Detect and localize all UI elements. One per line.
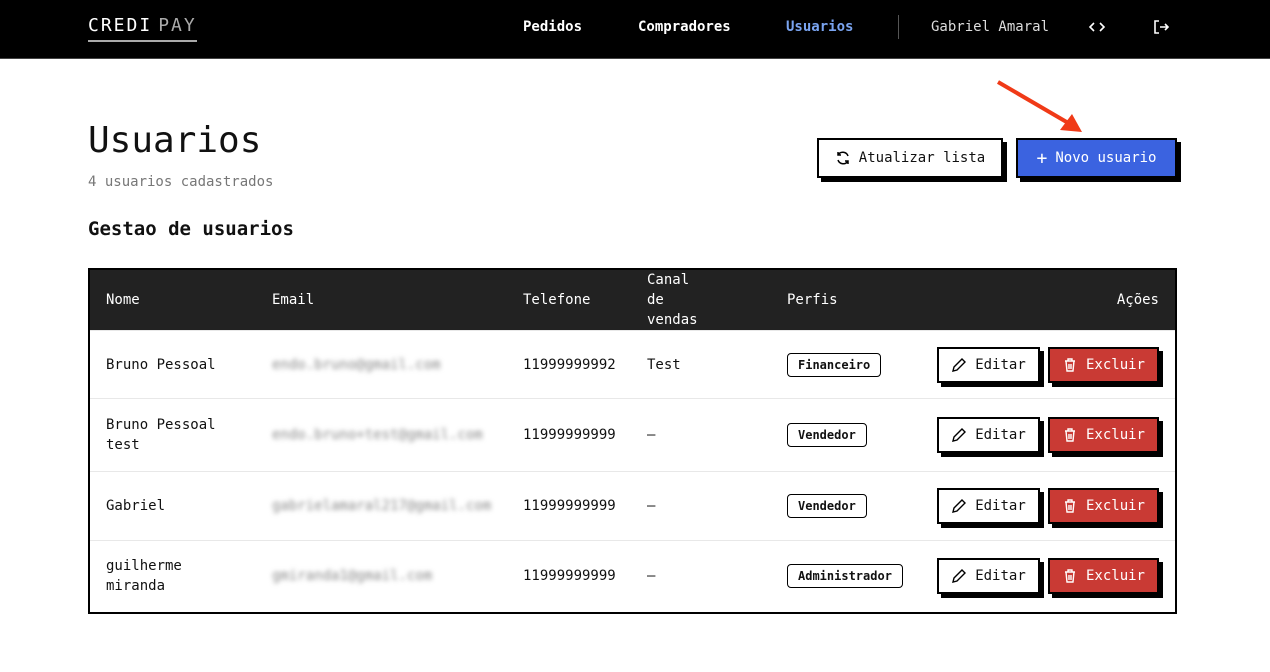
- code-icon[interactable]: [1087, 17, 1107, 37]
- email-blurred: endo.bruno@gmail.com: [272, 356, 441, 373]
- cell-canal: –: [631, 471, 771, 541]
- cell-email: gmiranda1@gmail.com: [256, 540, 507, 613]
- cell-canal: –: [631, 540, 771, 613]
- top-nav: CREDI PAY Pedidos Compradores Usuarios Ga…: [0, 0, 1270, 59]
- col-perfis: Perfis: [771, 269, 911, 331]
- page-title: Usuarios: [88, 120, 262, 161]
- logo-text-credi: CREDI: [88, 15, 153, 36]
- cell-email: endo.bruno+test@gmail.com: [256, 398, 507, 472]
- cell-nome: Bruno Pessoal: [89, 330, 256, 399]
- annotation-arrow-icon: [996, 80, 1082, 132]
- cell-email: gabrielamaral217@gmail.com: [256, 471, 507, 541]
- edit-button[interactable]: Editar: [937, 346, 1040, 383]
- logout-icon[interactable]: [1151, 17, 1171, 37]
- table-header: Nome Email Telefone Canal de vendas Perf…: [89, 269, 1176, 331]
- trash-icon: [1064, 569, 1075, 583]
- edit-label: Editar: [975, 356, 1026, 373]
- new-user-button[interactable]: + Novo usuario: [1016, 138, 1177, 178]
- nav-compradores[interactable]: Compradores: [638, 19, 731, 35]
- cell-nome: Bruno Pessoal test: [89, 398, 256, 472]
- trash-icon: [1064, 499, 1075, 513]
- cell-perfil: Vendedor: [771, 471, 911, 541]
- profile-badge: Vendedor: [787, 494, 867, 518]
- pencil-icon: [952, 499, 967, 513]
- cell-telefone: 11999999999: [507, 471, 631, 541]
- email-blurred: endo.bruno+test@gmail.com: [272, 427, 483, 443]
- user-name: Gabriel Amaral: [931, 19, 1050, 35]
- section-title: Gestao de usuarios: [88, 218, 294, 240]
- table-row: Bruno Pessoal test endo.bruno+test@gmail…: [89, 398, 1176, 472]
- nav-pedidos[interactable]: Pedidos: [523, 19, 582, 35]
- cell-nome: Gabriel: [89, 471, 256, 541]
- profile-badge: Vendedor: [787, 423, 867, 447]
- delete-button[interactable]: Excluir: [1048, 558, 1159, 595]
- page-subtitle: 4 usuarios cadastrados: [88, 174, 274, 190]
- pencil-icon: [952, 569, 967, 584]
- edit-button[interactable]: Editar: [937, 417, 1040, 453]
- col-email: Email: [256, 269, 507, 331]
- edit-label: Editar: [975, 568, 1026, 585]
- cell-telefone: 11999999999: [507, 398, 631, 472]
- cell-perfil: Administrador: [771, 540, 911, 613]
- pencil-icon: [952, 428, 967, 442]
- cell-actions: Editar Excluir: [911, 540, 1176, 613]
- cell-telefone: 11999999992: [507, 330, 631, 399]
- cell-actions: Editar Excluir: [911, 398, 1176, 472]
- col-canal: Canal de vendas: [631, 269, 771, 331]
- profile-badge: Financeiro: [787, 352, 882, 377]
- edit-label: Editar: [975, 427, 1026, 443]
- edit-label: Editar: [975, 498, 1026, 514]
- cell-canal: Test: [631, 330, 771, 399]
- trash-icon: [1064, 428, 1075, 442]
- refresh-label: Atualizar lista: [858, 150, 986, 166]
- table-row: Bruno Pessoal endo.bruno@gmail.com 11999…: [89, 330, 1176, 399]
- profile-badge: Administrador: [787, 564, 903, 589]
- edit-button[interactable]: Editar: [937, 558, 1040, 595]
- cell-perfil: Vendedor: [771, 398, 911, 472]
- table-row: Gabriel gabrielamaral217@gmail.com 11999…: [89, 471, 1176, 541]
- delete-button[interactable]: Excluir: [1048, 417, 1159, 453]
- cell-actions: Editar Excluir: [911, 471, 1176, 541]
- delete-label: Excluir: [1085, 356, 1145, 373]
- table-row: guilherme miranda gmiranda1@gmail.com 11…: [89, 540, 1176, 613]
- cell-telefone: 11999999999: [507, 540, 631, 613]
- email-blurred: gmiranda1@gmail.com: [272, 568, 433, 585]
- plus-icon: +: [1036, 147, 1048, 169]
- trash-icon: [1064, 357, 1075, 372]
- cell-nome: guilherme miranda: [89, 540, 256, 613]
- cell-perfil: Financeiro: [771, 330, 911, 399]
- delete-label: Excluir: [1085, 568, 1145, 585]
- logo-text-pay: PAY: [158, 15, 197, 36]
- cell-actions: Editar Excluir: [911, 330, 1176, 399]
- delete-button[interactable]: Excluir: [1048, 488, 1159, 524]
- delete-label: Excluir: [1085, 498, 1145, 514]
- delete-button[interactable]: Excluir: [1048, 346, 1159, 383]
- users-table: Nome Email Telefone Canal de vendas Perf…: [88, 268, 1177, 614]
- edit-button[interactable]: Editar: [937, 488, 1040, 524]
- new-user-label: Novo usuario: [1055, 150, 1157, 166]
- col-nome: Nome: [89, 269, 256, 331]
- cell-email: endo.bruno@gmail.com: [256, 330, 507, 399]
- col-telefone: Telefone: [507, 269, 631, 331]
- cell-canal: –: [631, 398, 771, 472]
- col-acoes: Ações: [911, 269, 1176, 331]
- delete-label: Excluir: [1085, 427, 1145, 443]
- refresh-icon: [837, 151, 849, 165]
- nav-usuarios[interactable]: Usuarios: [786, 19, 853, 35]
- nav-divider: [898, 15, 899, 39]
- email-blurred: gabrielamaral217@gmail.com: [272, 498, 492, 514]
- logo[interactable]: CREDI PAY: [88, 15, 197, 42]
- pencil-icon: [952, 357, 967, 372]
- refresh-list-button[interactable]: Atualizar lista: [817, 138, 1003, 178]
